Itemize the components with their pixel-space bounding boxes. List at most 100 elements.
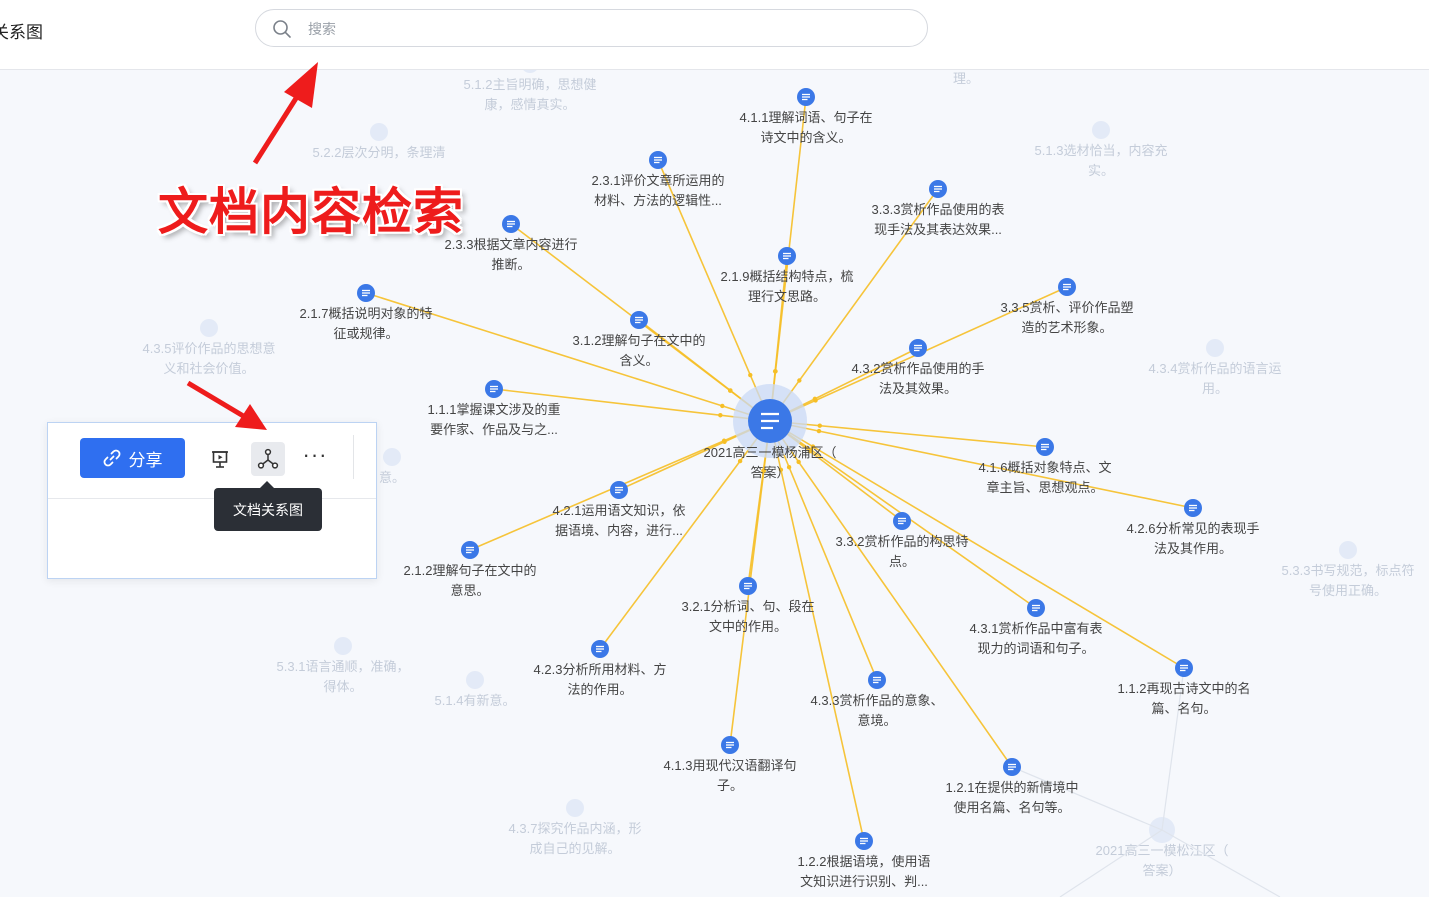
faded-node-label: 理。 bbox=[953, 71, 979, 86]
faded-node: 5.3.3书写规范，标点符号使用正确。 bbox=[1282, 541, 1415, 598]
center-label-line2: 答案） bbox=[750, 465, 789, 480]
node-label-line2: 推断。 bbox=[491, 257, 530, 272]
share-button[interactable]: 分享 bbox=[80, 438, 185, 478]
document-node-2-1-2[interactable]: 2.1.2理解句子在文中的意思。 bbox=[404, 541, 537, 598]
faded-node-dot bbox=[383, 448, 401, 466]
document-node-2-1-7[interactable]: 2.1.7概括说明对象的特征或规律。 bbox=[300, 284, 433, 341]
node-label-line2: 诗文中的含义。 bbox=[760, 130, 851, 145]
search-box[interactable] bbox=[255, 9, 928, 47]
node-label-line1: 4.1.1理解词语、句子在 bbox=[740, 110, 873, 125]
graph-icon bbox=[257, 448, 279, 469]
document-node-3-3-3[interactable]: 3.3.3赏析作品使用的表现手法及其表达效果... bbox=[872, 180, 1005, 237]
share-label: 分享 bbox=[128, 450, 163, 470]
document-node-3-3-5[interactable]: 3.3.5赏析、评价作品塑造的艺术形象。 bbox=[1001, 278, 1134, 335]
graph-edges bbox=[365, 96, 1281, 897]
node-label-line1: 1.2.1在提供的新情境中 bbox=[946, 780, 1079, 795]
faded-node-dot bbox=[334, 637, 352, 655]
faded-node-label: 成自己的见解。 bbox=[529, 841, 620, 856]
document-node-3-3-2[interactable]: 3.3.2赏析作品的构思特点。 bbox=[836, 512, 969, 569]
document-node-4-1-1[interactable]: 4.1.1理解词语、句子在诗文中的含义。 bbox=[740, 88, 873, 145]
node-label-line2: 使用名篇、名句等。 bbox=[953, 800, 1070, 815]
edge-arrow bbox=[812, 396, 818, 402]
edge-arrow bbox=[728, 388, 733, 393]
link-icon bbox=[103, 449, 120, 467]
node-label-line1: 4.1.3用现代汉语翻译句 bbox=[664, 758, 797, 773]
node-label-line2: 法及其效果。 bbox=[879, 381, 957, 396]
edge-arrow bbox=[721, 438, 727, 443]
edge-arrow bbox=[816, 428, 822, 434]
node-label-line2: 理行文思路。 bbox=[748, 289, 826, 304]
faded-node-dot bbox=[466, 671, 484, 689]
edge-arrow bbox=[720, 403, 725, 409]
node-label-line1: 2.3.3根据文章内容进行 bbox=[445, 237, 578, 252]
more-icon: ··· bbox=[302, 442, 328, 467]
center-label-line1: 2021高三一模杨浦区（ bbox=[704, 445, 837, 460]
document-node-3-1-2[interactable]: 3.1.2理解句子在文中的含义。 bbox=[573, 311, 706, 368]
document-node-1-2-1[interactable]: 1.2.1在提供的新情境中使用名篇、名句等。 bbox=[946, 758, 1079, 815]
faded-node-label: 意。 bbox=[379, 470, 405, 485]
node-label-line1: 1.1.1掌握课文涉及的重 bbox=[428, 402, 561, 417]
document-node-1-1-1[interactable]: 1.1.1掌握课文涉及的重要作家、作品及与之... bbox=[428, 380, 561, 437]
node-label-line1: 4.2.3分析所用材料、方 bbox=[534, 662, 667, 677]
node-label-line2: 造的艺术形象。 bbox=[1021, 320, 1112, 335]
document-node-2-3-3[interactable]: 2.3.3根据文章内容进行推断。 bbox=[445, 215, 578, 272]
edge-arrow bbox=[817, 423, 822, 428]
node-label-line1: 3.3.3赏析作品使用的表 bbox=[872, 202, 1005, 217]
faded-node-dot bbox=[1339, 541, 1357, 559]
document-node-4-2-1[interactable]: 4.2.1运用语文知识，依据语境、内容，进行... bbox=[553, 481, 686, 538]
node-label-line2: 现力的词语和句子。 bbox=[977, 641, 1094, 656]
node-label-line1: 3.2.1分析词、句、段在 bbox=[682, 599, 815, 614]
presentation-button[interactable] bbox=[203, 442, 237, 476]
node-label-line2: 章主旨、思想观点。 bbox=[986, 480, 1103, 495]
node-label-line2: 子。 bbox=[717, 778, 743, 793]
edge-arrow bbox=[772, 369, 778, 374]
faded-node-dot bbox=[1092, 121, 1110, 139]
document-node-2-3-1[interactable]: 2.3.1评价文章所运用的材料、方法的逻辑性... bbox=[592, 151, 725, 208]
faded-node-label: 5.3.3书写规范，标点符 bbox=[1282, 563, 1415, 578]
document-node-1-2-2[interactable]: 1.2.2根据语境，使用语文知识进行识别、判... bbox=[798, 832, 931, 889]
document-node-4-1-6[interactable]: 4.1.6概括对象特点、文章主旨、思想观点。 bbox=[979, 438, 1112, 495]
node-label-line2: 意境。 bbox=[857, 713, 896, 728]
search-input[interactable] bbox=[306, 18, 870, 40]
faded-node: 理。 bbox=[953, 71, 979, 86]
faded-node-dot bbox=[566, 799, 584, 817]
faded-node-label: 答案） bbox=[1142, 863, 1181, 878]
faded-node-label: 5.1.2主旨明确，思想健 bbox=[464, 77, 597, 92]
faded-node-dot bbox=[200, 319, 218, 337]
document-node-4-1-3[interactable]: 4.1.3用现代汉语翻译句子。 bbox=[664, 736, 797, 793]
document-node-4-3-3[interactable]: 4.3.3赏析作品的意象、意境。 bbox=[811, 671, 944, 728]
document-node-3-2-1[interactable]: 3.2.1分析词、句、段在文中的作用。 bbox=[682, 577, 815, 634]
faded-node-label: 4.3.5评价作品的思想意 bbox=[143, 341, 276, 356]
node-label-line1: 2.1.7概括说明对象的特 bbox=[300, 306, 433, 321]
toolbar-divider bbox=[353, 435, 354, 479]
node-label-line2: 篇、名句。 bbox=[1151, 701, 1216, 716]
node-label-line2: 法及其作用。 bbox=[1154, 541, 1232, 556]
faded-node: 5.2.2层次分明，条理清 bbox=[313, 123, 446, 160]
document-graph-button[interactable] bbox=[251, 442, 285, 476]
presentation-icon bbox=[212, 451, 228, 468]
more-button[interactable]: ··· bbox=[298, 442, 332, 476]
document-node-4-2-3[interactable]: 4.2.3分析所用材料、方法的作用。 bbox=[534, 640, 667, 697]
node-label-line1: 4.2.1运用语文知识，依 bbox=[553, 503, 686, 518]
faded-node-dot bbox=[370, 123, 388, 141]
node-label-line1: 3.3.2赏析作品的构思特 bbox=[836, 534, 969, 549]
document-node-1-1-2[interactable]: 1.1.2再现古诗文中的名篇、名句。 bbox=[1118, 659, 1251, 716]
node-label-line1: 4.3.3赏析作品的意象、 bbox=[811, 693, 944, 708]
document-node-4-2-6[interactable]: 4.2.6分析常见的表现手法及其作用。 bbox=[1127, 499, 1260, 556]
faded-node-label: 义和社会价值。 bbox=[163, 361, 254, 376]
faded-node: 5.1.3选材恰当，内容充实。 bbox=[1035, 121, 1167, 178]
faded-node-label: 得体。 bbox=[323, 679, 362, 694]
faded-node-label: 5.2.2层次分明，条理清 bbox=[313, 145, 446, 160]
annotation-label: 文档内容检索 bbox=[158, 184, 464, 240]
node-label-line1: 2.3.1评价文章所运用的 bbox=[592, 173, 725, 188]
faded-node-label: 实。 bbox=[1088, 163, 1114, 178]
document-node-2-1-9[interactable]: 2.1.9概括结构特点，梳理行文思路。 bbox=[721, 247, 854, 304]
faded-node: 4.3.4赏析作品的语言运用。 bbox=[1149, 339, 1281, 396]
node-label-line1: 4.1.6概括对象特点、文 bbox=[979, 460, 1112, 475]
document-node-4-3-2[interactable]: 4.3.2赏析作品使用的手法及其效果。 bbox=[852, 339, 985, 396]
graph-edge bbox=[769, 420, 1046, 448]
faded-node-label: 5.3.1语言通顺，准确， bbox=[277, 659, 410, 674]
node-label-line2: 点。 bbox=[889, 554, 915, 569]
document-toolbar-panel: 分享 ··· bbox=[47, 422, 377, 579]
node-label-line1: 3.3.5赏析、评价作品塑 bbox=[1001, 300, 1134, 315]
